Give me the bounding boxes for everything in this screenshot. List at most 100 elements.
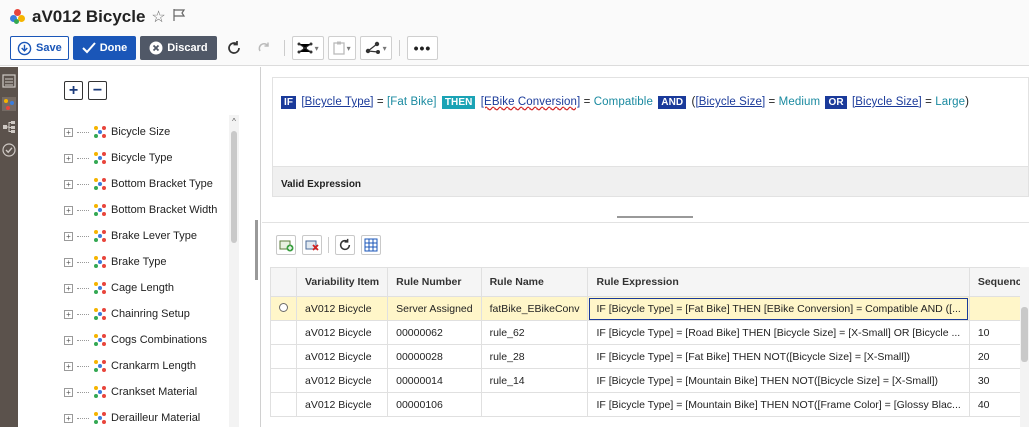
table-row[interactable]: aV012 Bicycle Server Assigned fatBike_EBik… — [270, 296, 1029, 321]
star-outline-icon[interactable]: ☆ — [151, 7, 165, 27]
validate-view-icon[interactable] — [2, 143, 16, 157]
expression-text[interactable]: IF [Bicycle Type] = [Fat Bike] THEN [EBi… — [279, 96, 969, 109]
structure-menu-button[interactable]: ▾ — [291, 36, 324, 60]
variable-reference[interactable]: [Bicycle Type] — [301, 96, 373, 108]
grid-view-button[interactable] — [361, 235, 381, 255]
row-radio-icon[interactable] — [279, 302, 288, 312]
cell-rule-expression[interactable]: IF [Bicycle Type] = [Fat Bike] THEN [EBi… — [587, 296, 970, 321]
cell-rule-number[interactable]: 00000106 — [387, 392, 482, 417]
variable-reference[interactable]: [Bicycle Size] — [852, 96, 922, 108]
cell-rule-name[interactable]: rule_14 — [480, 368, 589, 393]
horizontal-splitter-handle[interactable] — [617, 216, 693, 218]
cell-rule-number[interactable]: Server Assigned — [387, 296, 482, 321]
tree-item[interactable]: + Brake Type — [64, 249, 244, 275]
expand-node-icon[interactable]: + — [64, 127, 73, 137]
tree-item[interactable]: + Derailleur Material — [64, 405, 244, 427]
cell-rule-expression[interactable]: IF [Bicycle Type] = [Mountain Bike] THEN… — [587, 368, 970, 393]
expand-node-icon[interactable]: + — [64, 413, 73, 423]
row-selector[interactable] — [270, 392, 297, 417]
column-header[interactable]: Rule Name — [480, 267, 589, 297]
cell-rule-name[interactable]: rule_62 — [480, 320, 589, 345]
expand-node-icon[interactable]: + — [64, 179, 73, 189]
expand-node-icon[interactable]: + — [64, 283, 73, 293]
clipboard-menu-button[interactable]: ▾ — [327, 36, 356, 60]
rules-view-icon[interactable] — [2, 97, 16, 111]
done-button[interactable]: Done — [72, 36, 137, 60]
cell-rule-number[interactable]: 00000014 — [387, 368, 482, 393]
cell-variability-item[interactable]: aV012 Bicycle — [295, 368, 389, 393]
value-reference[interactable]: Compatible — [594, 96, 653, 108]
variability-item-icon — [94, 360, 106, 372]
row-selector[interactable] — [270, 368, 297, 393]
tree-scrollbar[interactable]: ^ — [229, 115, 239, 427]
value-reference[interactable]: Large — [935, 96, 965, 108]
expand-node-icon[interactable]: + — [64, 153, 73, 163]
collapse-all-button[interactable]: − — [88, 81, 107, 100]
cell-variability-item[interactable]: aV012 Bicycle — [295, 392, 389, 417]
tree-scrollbar-thumb[interactable] — [231, 131, 237, 243]
column-header[interactable]: Rule Number — [387, 267, 482, 297]
table-row[interactable]: aV012 Bicycle 00000014 rule_14 IF [Bicycle … — [270, 368, 1029, 393]
save-button[interactable]: Save — [10, 36, 69, 60]
share-menu-button[interactable]: ▾ — [359, 36, 392, 60]
discard-button[interactable]: Discard — [140, 36, 217, 60]
table-row[interactable]: aV012 Bicycle 00000106 IF [Bicycle Type] =… — [270, 392, 1029, 417]
cell-rule-number[interactable]: 00000062 — [387, 320, 482, 345]
column-header[interactable]: Rule Expression — [587, 267, 970, 297]
row-selector[interactable] — [270, 344, 297, 369]
refresh-icon[interactable] — [221, 36, 247, 60]
table-row[interactable]: aV012 Bicycle 00000062 rule_62 IF [Bicycle … — [270, 320, 1029, 345]
cell-variability-item[interactable]: aV012 Bicycle — [295, 296, 389, 321]
cell-rule-name[interactable]: fatBike_EBikeConv — [480, 296, 589, 321]
value-reference[interactable]: [Fat Bike] — [387, 96, 437, 108]
grid-scrollbar[interactable] — [1020, 267, 1029, 427]
table-row[interactable]: aV012 Bicycle 00000028 rule_28 IF [Bicycle … — [270, 344, 1029, 369]
cell-variability-item[interactable]: aV012 Bicycle — [295, 344, 389, 369]
expand-node-icon[interactable]: + — [64, 387, 73, 397]
cell-rule-number[interactable]: 00000028 — [387, 344, 482, 369]
expression-editor[interactable]: IF [Bicycle Type] = [Fat Bike] THEN [EBi… — [272, 77, 1029, 197]
expand-node-icon[interactable]: + — [64, 361, 73, 371]
cell-rule-name[interactable] — [480, 392, 589, 417]
delete-rule-button[interactable] — [302, 235, 322, 255]
expand-node-icon[interactable]: + — [64, 257, 73, 267]
tree-item[interactable]: + Bottom Bracket Type — [64, 171, 244, 197]
row-selector[interactable] — [270, 320, 297, 345]
list-view-icon[interactable] — [2, 74, 16, 88]
vertical-splitter-handle[interactable] — [255, 220, 258, 280]
expand-node-icon[interactable]: + — [64, 205, 73, 215]
expand-node-icon[interactable]: + — [64, 231, 73, 241]
tree-item[interactable]: + Crankset Material — [64, 379, 244, 405]
cell-rule-expression[interactable]: IF [Bicycle Type] = [Fat Bike] THEN NOT(… — [587, 344, 970, 369]
tree-item[interactable]: + Brake Lever Type — [64, 223, 244, 249]
more-options-button[interactable]: ••• — [406, 36, 439, 60]
cell-rule-expression[interactable]: IF [Bicycle Type] = [Mountain Bike] THEN… — [587, 392, 970, 417]
variable-reference[interactable]: [EBike Conversion] — [481, 96, 581, 108]
row-selector[interactable] — [270, 296, 297, 321]
tree-item[interactable]: + Crankarm Length — [64, 353, 244, 379]
refresh-grid-button[interactable] — [335, 235, 355, 255]
redo-icon[interactable] — [251, 36, 277, 60]
cell-rule-expression[interactable]: IF [Bicycle Type] = [Road Bike] THEN [Bi… — [587, 320, 970, 345]
value-reference[interactable]: Medium — [779, 96, 821, 108]
tree-item[interactable]: + Cage Length — [64, 275, 244, 301]
variability-item-icon — [94, 386, 106, 398]
tree-item[interactable]: + Bicycle Type — [64, 145, 244, 171]
tree-item[interactable]: + Bottom Bracket Width — [64, 197, 244, 223]
expand-all-button[interactable]: + — [64, 81, 83, 100]
expand-node-icon[interactable]: + — [64, 335, 73, 345]
tree-item[interactable]: + Bicycle Size — [64, 119, 244, 145]
expand-node-icon[interactable]: + — [64, 309, 73, 319]
cell-rule-name[interactable]: rule_28 — [480, 344, 589, 369]
scroll-up-icon[interactable]: ^ — [229, 117, 239, 126]
grid-scrollbar-thumb[interactable] — [1021, 307, 1028, 362]
flag-outline-icon[interactable] — [172, 8, 186, 27]
column-header[interactable]: Variability Item — [295, 267, 389, 297]
hierarchy-view-icon[interactable] — [2, 120, 16, 134]
tree-item[interactable]: + Chainring Setup — [64, 301, 244, 327]
cell-variability-item[interactable]: aV012 Bicycle — [295, 320, 389, 345]
save-button-label: Save — [36, 42, 62, 54]
tree-item[interactable]: + Cogs Combinations — [64, 327, 244, 353]
variable-reference[interactable]: [Bicycle Size] — [695, 96, 765, 108]
add-rule-button[interactable] — [276, 235, 296, 255]
